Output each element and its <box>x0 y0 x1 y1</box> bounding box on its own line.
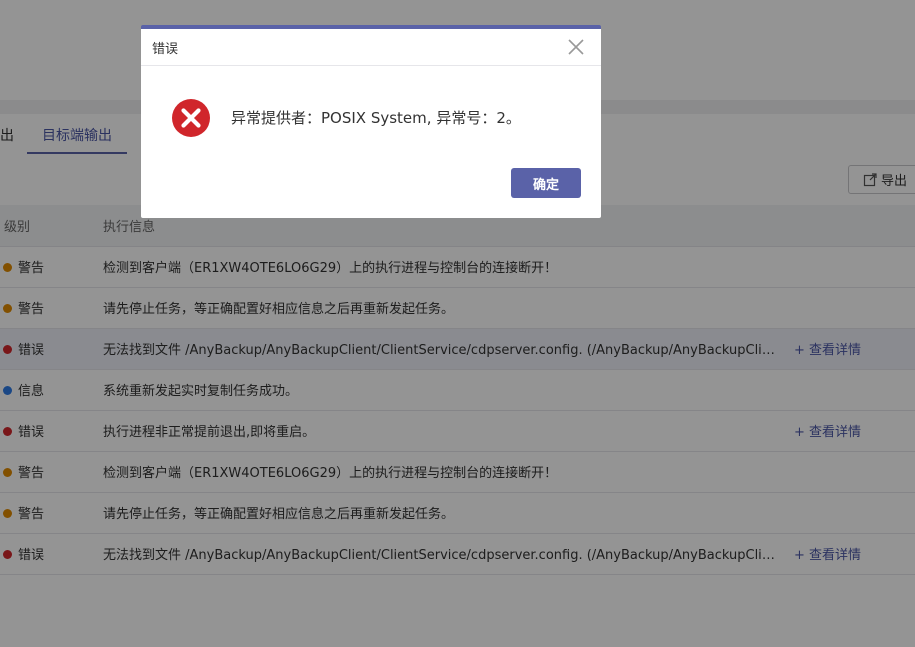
error-dialog: 错误 异常提供者：POSIX System, 异常号：2。 确定 <box>141 25 601 218</box>
dialog-message: 异常提供者：POSIX System, 异常号：2。 <box>231 109 521 127</box>
close-icon[interactable] <box>566 37 586 57</box>
error-icon <box>172 99 210 137</box>
dialog-header: 错误 <box>141 29 601 66</box>
dialog-title: 错误 <box>152 42 179 57</box>
ok-button[interactable]: 确定 <box>511 168 581 198</box>
